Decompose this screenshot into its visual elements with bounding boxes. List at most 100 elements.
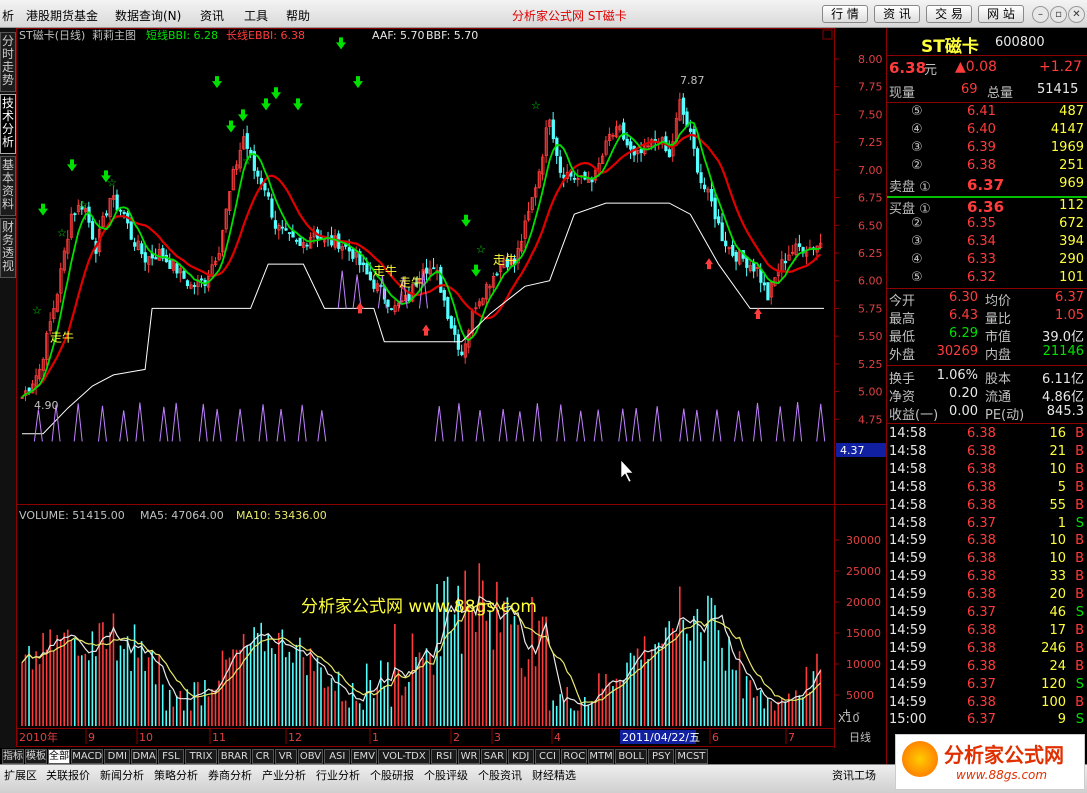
- tick-time: 14:58: [889, 515, 927, 531]
- tick-side: B: [1075, 694, 1084, 710]
- menu-item-news[interactable]: 资讯: [200, 7, 224, 24]
- menu-item-help[interactable]: 帮助: [286, 7, 310, 24]
- indicator-tab[interactable]: MCST: [675, 749, 708, 764]
- tick-row: 14:58 6.38 21 B: [887, 444, 1087, 462]
- indicator-tab[interactable]: RSI: [431, 749, 457, 764]
- kline-chart[interactable]: ☆☆☆☆☆☆☆走牛走牛走牛走牛 8.007.757.507.257.006.75…: [16, 28, 886, 748]
- tab-fundamentals[interactable]: 基本资料: [0, 156, 16, 216]
- tick-row: 14:58 6.38 16 B: [887, 426, 1087, 444]
- tick-volume: 246: [1041, 640, 1066, 656]
- minimize-icon[interactable]: –: [1032, 6, 1049, 23]
- indicator-tab[interactable]: WR: [458, 749, 480, 764]
- indicator-tab[interactable]: MACD: [71, 749, 104, 764]
- indicator-tab[interactable]: EMV: [351, 749, 377, 764]
- level-label: ②: [911, 158, 923, 173]
- price-tick-label: 7.00: [858, 164, 883, 177]
- stat-label: 量比: [985, 312, 1012, 327]
- indicator-tab[interactable]: OBV: [297, 749, 324, 764]
- candle-body: [73, 213, 77, 216]
- stat-label: 最高: [889, 312, 916, 327]
- level-price: 6.38: [967, 158, 996, 173]
- bottom-tab[interactable]: 行业分析: [316, 767, 360, 783]
- violet-spike: [317, 410, 327, 442]
- bottom-tab[interactable]: 个股资讯: [478, 767, 522, 783]
- tick-volume: 100: [1041, 694, 1066, 710]
- panel-close-icon[interactable]: [822, 29, 833, 40]
- bottom-tab[interactable]: 个股评级: [424, 767, 468, 783]
- candle-body: [361, 262, 366, 266]
- menu-item-hk-futures[interactable]: 港股期货基金: [26, 7, 98, 24]
- cursor-price: 4.37: [840, 444, 865, 457]
- bottom-tab[interactable]: 产业分析: [262, 767, 306, 783]
- tick-row: 14:59 6.38 246 B: [887, 641, 1087, 659]
- tab-intraday[interactable]: 分时走势: [0, 32, 16, 92]
- menu-item-tools[interactable]: 工具: [244, 7, 268, 24]
- bottom-tab[interactable]: 扩展区: [4, 767, 37, 783]
- tick-volume: 16: [1049, 426, 1066, 441]
- indicator-tab[interactable]: TRIX: [184, 749, 218, 764]
- stat-label: 净资: [889, 390, 916, 405]
- tab-financials[interactable]: 财务透视: [0, 218, 16, 278]
- indicator-tab[interactable]: KDJ: [507, 749, 534, 764]
- stat-label: 内盘: [985, 348, 1012, 363]
- indicator-tab[interactable]: 全部: [48, 749, 70, 764]
- cursor-date: 2011/04/22/五: [622, 731, 700, 744]
- candle-body: [717, 216, 721, 224]
- indicator-tab[interactable]: 指标: [2, 749, 24, 764]
- bottom-tab[interactable]: 关联报价: [46, 767, 90, 783]
- bottom-tab[interactable]: 策略分析: [154, 767, 198, 783]
- chart-area[interactable]: ☆ ☆ ☆ ☆ ☆ ☆ ☆ 走牛 走牛 走牛 走牛 8.00 7.75 7.50 7.25 7.00 6.75…: [16, 28, 886, 748]
- nav-button-quotes[interactable]: 行 情: [822, 5, 868, 23]
- tick-time: 14:58: [889, 461, 927, 477]
- indicator-tab[interactable]: ROC: [561, 749, 588, 764]
- bottom-tab[interactable]: 券商分析: [208, 767, 252, 783]
- indicator-tab[interactable]: CR: [251, 749, 274, 764]
- violet-spike: [276, 409, 286, 442]
- candle-body: [347, 247, 351, 252]
- indicator-tab[interactable]: VR: [274, 749, 297, 764]
- bottom-tab[interactable]: 财经精选: [532, 767, 576, 783]
- tab-technical[interactable]: 技术分析: [0, 94, 16, 154]
- indicator-tab[interactable]: FSL: [158, 749, 184, 764]
- buy-arrow-icon: [754, 307, 762, 319]
- nav-button-website[interactable]: 网 站: [978, 5, 1024, 23]
- violet-spike: [752, 402, 762, 442]
- candle-body: [185, 280, 190, 287]
- level-price: 6.33: [967, 252, 996, 267]
- close-icon[interactable]: ✕: [1068, 6, 1085, 23]
- indicator-tab[interactable]: BRAR: [218, 749, 251, 764]
- nav-button-trade[interactable]: 交 易: [926, 5, 972, 23]
- tick-side: B: [1075, 658, 1084, 674]
- indicator-tab[interactable]: MTM: [588, 749, 614, 764]
- bid-row: ⑤ 6.32 101: [887, 270, 1087, 288]
- indicator-tab[interactable]: SAR: [481, 749, 507, 764]
- bottom-tab[interactable]: 新闻分析: [100, 767, 144, 783]
- restore-icon[interactable]: ▫: [1050, 6, 1067, 23]
- indicator-tab[interactable]: CCI: [534, 749, 561, 764]
- tick-price: 6.37: [967, 712, 996, 728]
- indicator-tab[interactable]: VOL-TDX: [378, 749, 431, 764]
- candle-body: [105, 213, 109, 216]
- menu-item-data-query[interactable]: 数据查询(N): [115, 7, 181, 24]
- menu-item-analysis[interactable]: 析: [2, 7, 14, 24]
- candle-body: [551, 119, 555, 140]
- indicator-tab[interactable]: BOLL: [615, 749, 648, 764]
- tick-time: 14:59: [889, 587, 927, 603]
- level-label: ⑤: [911, 270, 923, 285]
- signal-text: 走牛: [399, 274, 423, 289]
- date-tick-label: 12: [288, 731, 302, 744]
- bottom-tab[interactable]: 资讯工场: [832, 767, 876, 783]
- stat-label: 收益(一): [889, 408, 939, 423]
- period-label: 日线: [849, 730, 871, 744]
- indicator-tab[interactable]: DMI: [104, 749, 131, 764]
- indicator-tab[interactable]: ASI: [324, 749, 351, 764]
- indicator-tab[interactable]: 模板: [25, 749, 47, 764]
- nav-button-news[interactable]: 资 讯: [874, 5, 920, 23]
- indicator-tab[interactable]: DMA: [131, 749, 157, 764]
- bottom-tab[interactable]: 个股研报: [370, 767, 414, 783]
- violet-spike: [135, 402, 145, 442]
- sell-arrow-icon: [471, 264, 481, 277]
- ticks-border: [887, 423, 1087, 424]
- tick-row: 14:59 6.37 46 S: [887, 605, 1087, 623]
- indicator-tab[interactable]: PSY: [648, 749, 675, 764]
